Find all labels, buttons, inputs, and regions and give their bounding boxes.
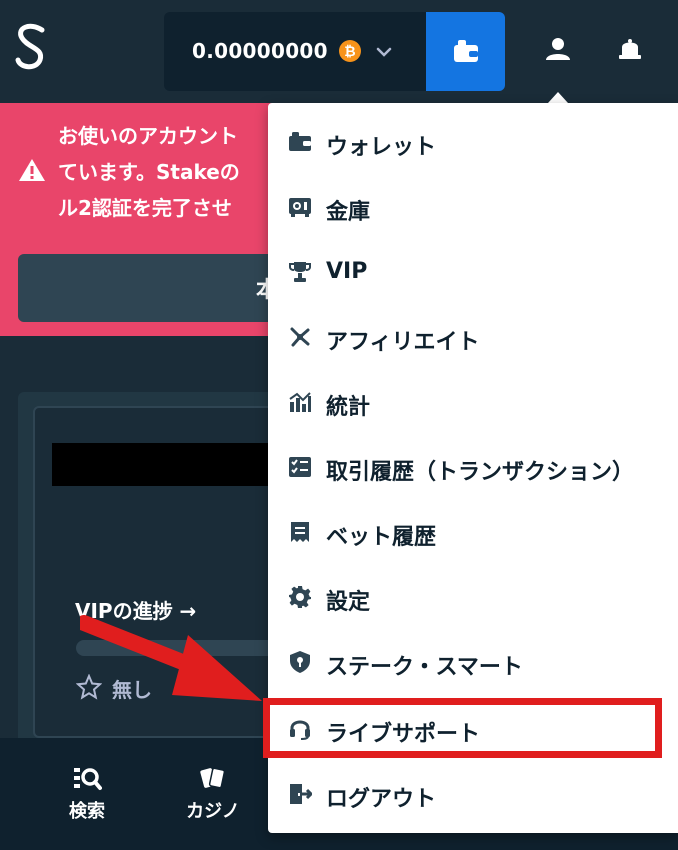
receipt-icon xyxy=(291,522,309,542)
menu-item-affiliate[interactable]: アフィリエイト xyxy=(268,306,678,368)
menu-item-wallet[interactable]: ウォレット xyxy=(268,111,678,173)
affiliate-icon xyxy=(290,327,310,347)
stats-icon xyxy=(289,392,311,412)
stake-logo-icon[interactable] xyxy=(12,22,52,72)
menu-label: 取引履歴（トランザクション） xyxy=(326,460,635,485)
menu-label: ウォレット xyxy=(326,135,437,160)
wallet-icon xyxy=(289,132,311,151)
menu-item-vip[interactable]: VIP xyxy=(268,241,678,303)
menu-item-logout[interactable]: ログアウト xyxy=(268,763,678,825)
highlight-box xyxy=(263,698,662,758)
bitcoin-icon: ₿ xyxy=(339,40,361,62)
bell-icon[interactable] xyxy=(608,28,652,72)
wallet-button[interactable] xyxy=(426,12,505,91)
shield-icon xyxy=(290,651,310,673)
menu-label: 金庫 xyxy=(326,200,371,225)
chevron-down-icon xyxy=(376,47,392,57)
top-header: 0.00000000 ₿ xyxy=(0,0,678,103)
red-arrow-icon xyxy=(80,615,262,701)
search-icon xyxy=(74,768,102,790)
warning-icon xyxy=(19,159,45,181)
menu-label: ステーク・スマート xyxy=(326,655,523,680)
menu-label: 設定 xyxy=(326,590,371,615)
menu-item-statistics[interactable]: 統計 xyxy=(268,371,678,433)
logout-icon xyxy=(290,784,312,804)
nav-casino[interactable]: カジノ xyxy=(168,745,258,845)
menu-label: アフィリエイト xyxy=(326,330,480,355)
menu-item-bet-history[interactable]: ベット履歴 xyxy=(268,501,678,563)
menu-label: ベット履歴 xyxy=(326,525,437,550)
verify-button[interactable]: 本 xyxy=(18,254,298,322)
gear-icon xyxy=(289,586,311,608)
menu-item-stake-smart[interactable]: ステーク・スマート xyxy=(268,631,678,693)
cards-icon xyxy=(200,767,226,789)
balance-selector[interactable]: 0.00000000 ₿ xyxy=(164,12,426,91)
menu-label: ログアウト xyxy=(326,787,437,812)
menu-label: VIP xyxy=(326,259,368,284)
user-icon[interactable] xyxy=(536,28,580,72)
trophy-icon xyxy=(289,262,311,282)
menu-item-transactions[interactable]: 取引履歴（トランザクション） xyxy=(268,436,678,498)
balance-value: 0.00000000 xyxy=(192,39,328,63)
dropdown-caret xyxy=(548,92,568,103)
transactions-icon xyxy=(289,457,311,477)
vault-icon xyxy=(289,198,311,217)
nav-casino-label: カジノ xyxy=(186,801,240,822)
menu-label: 統計 xyxy=(326,395,371,420)
svg-text:₿: ₿ xyxy=(344,44,355,60)
wallet-icon xyxy=(454,40,478,62)
menu-item-vault[interactable]: 金庫 xyxy=(268,176,678,238)
nav-search[interactable]: 検索 xyxy=(42,745,132,845)
redacted-username xyxy=(52,443,272,486)
nav-search-label: 検索 xyxy=(69,801,105,822)
menu-item-settings[interactable]: 設定 xyxy=(268,566,678,628)
